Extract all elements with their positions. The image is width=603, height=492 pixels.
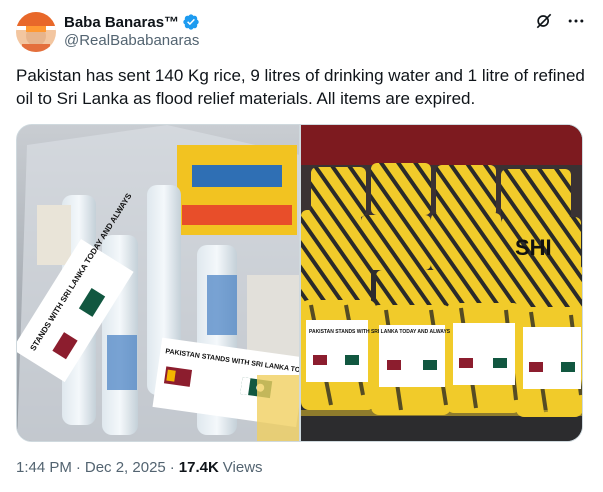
tweet-date[interactable]: Dec 2, 2025	[85, 459, 166, 476]
tweet-media[interactable]: STANDS WITH SRI LANKA TODAY AND ALWAYS P…	[16, 124, 583, 442]
tweet-top-actions	[533, 10, 587, 32]
views-label[interactable]: Views	[223, 459, 263, 476]
right-brand-text: SHI	[515, 235, 552, 260]
tweet-meta: 1:44 PM · Dec 2, 2025 · 17.4K Views	[16, 459, 263, 476]
verified-badge-icon[interactable]	[182, 13, 200, 31]
tweet-text: Pakistan has sent 140 Kg rice, 9 litres …	[16, 66, 585, 108]
author-display-name[interactable]: Baba Banaras™	[64, 14, 179, 31]
author-name-row: Baba Banaras™	[64, 12, 200, 32]
right-label-text: PAKISTAN STANDS WITH SRI LANKA TODAY AND…	[309, 329, 451, 335]
views-count[interactable]: 17.4K	[179, 459, 219, 476]
grok-icon[interactable]	[533, 10, 555, 32]
author-handle[interactable]: @RealBababanaras	[64, 32, 199, 49]
avatar[interactable]	[16, 12, 56, 52]
meta-separator-2: ·	[169, 459, 175, 476]
media-photo-right[interactable]: PAKISTAN STANDS WITH SRI LANKA TODAY AND…	[301, 125, 582, 441]
tweet-card: Baba Banaras™ @RealBababanaras Pakistan …	[0, 0, 603, 492]
media-photo-left[interactable]: STANDS WITH SRI LANKA TODAY AND ALWAYS P…	[17, 125, 299, 441]
more-icon[interactable]	[565, 10, 587, 32]
meta-separator: ·	[75, 459, 81, 476]
tweet-time[interactable]: 1:44 PM	[16, 459, 72, 476]
